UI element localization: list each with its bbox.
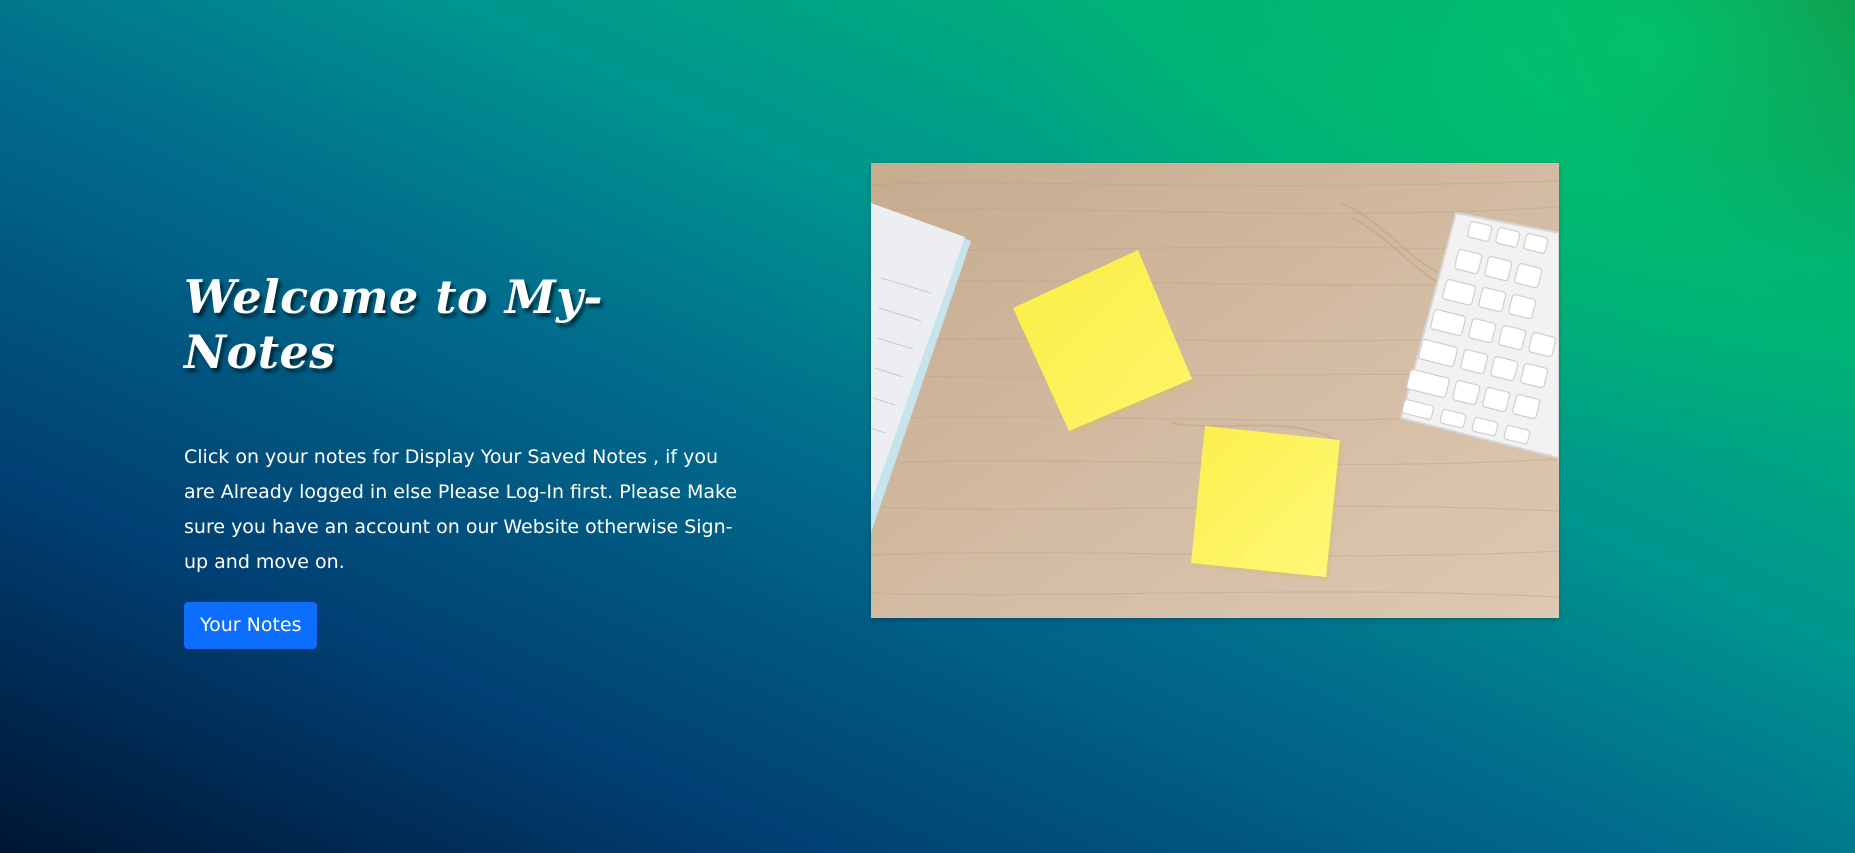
desk-photo-illustration bbox=[871, 163, 1559, 618]
your-notes-button[interactable]: Your Notes bbox=[184, 602, 318, 650]
sticky-notes-desk-image bbox=[871, 163, 1559, 618]
hero-description: Click on your notes for Display Your Sav… bbox=[184, 446, 738, 574]
hero-section: Welcome to My-Notes Click on your notes … bbox=[184, 270, 744, 650]
page-title: Welcome to My-Notes bbox=[184, 270, 603, 380]
